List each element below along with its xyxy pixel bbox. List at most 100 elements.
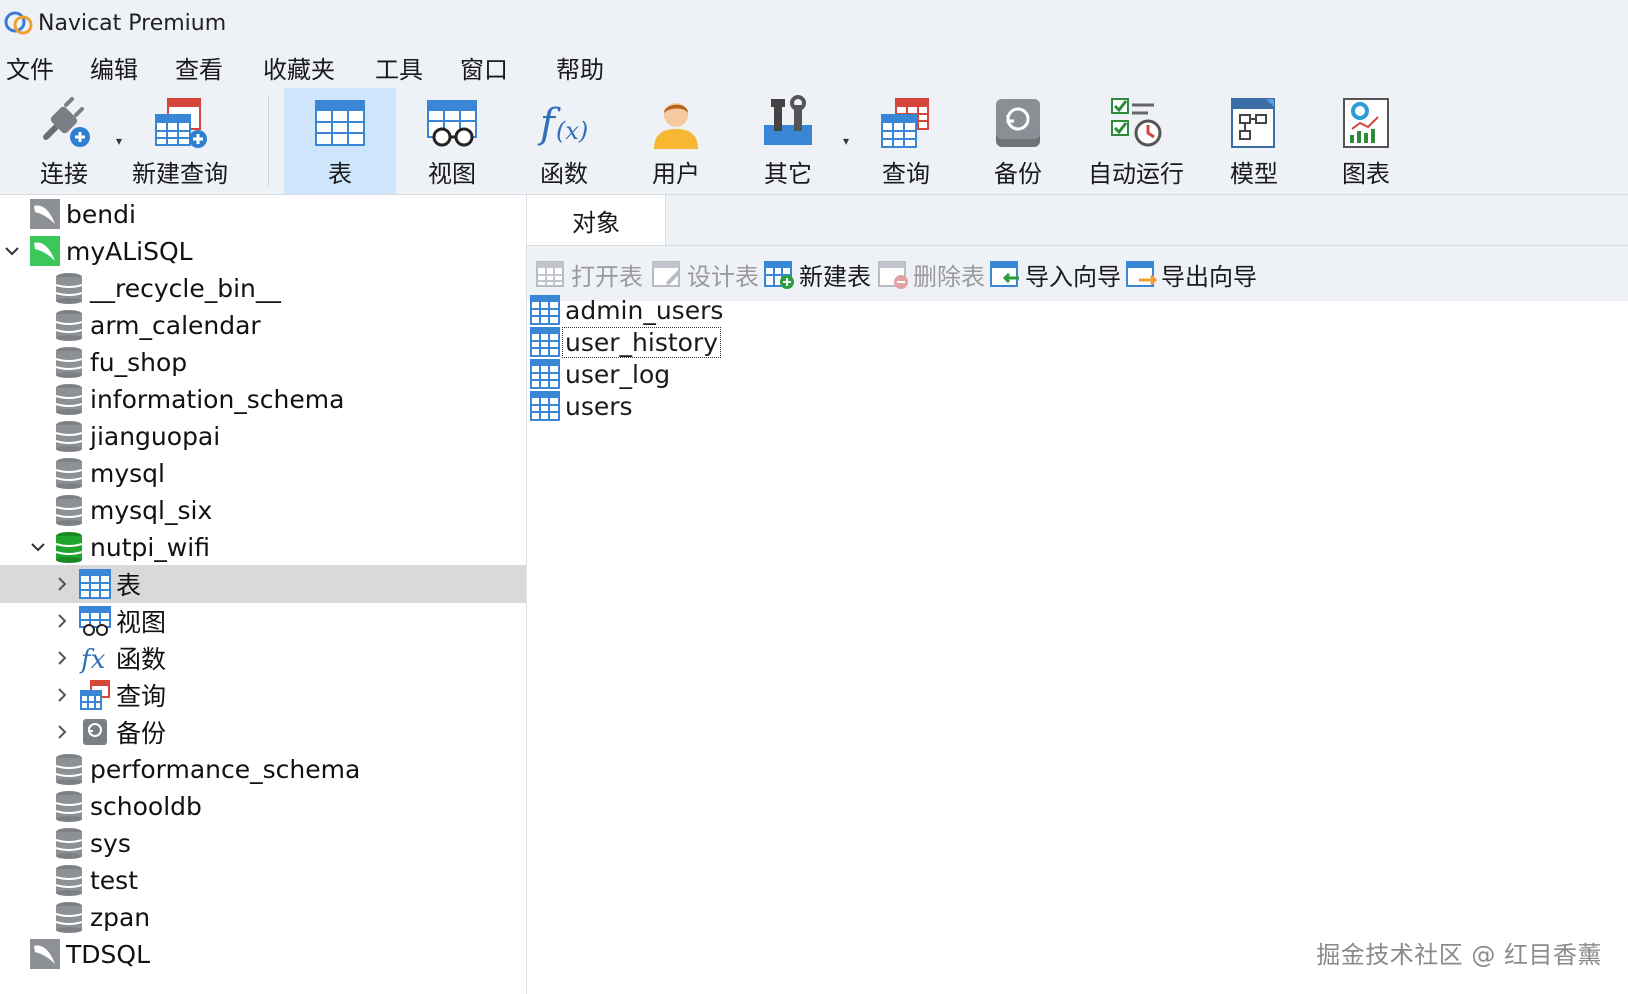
table-name: users [565, 391, 633, 421]
chevron-down-icon[interactable] [2, 241, 22, 261]
tree-database-open[interactable]: nutpi_wifi [0, 528, 526, 566]
connect-button[interactable]: 连接 [22, 88, 106, 194]
tree-label: myALiSQL [66, 236, 193, 266]
table-list-item[interactable]: users [529, 390, 635, 422]
chart-icon [1343, 98, 1389, 148]
table-tool-button[interactable]: 表 [284, 88, 396, 194]
tree-connection-myalisql[interactable]: myALiSQL [0, 232, 526, 270]
tree-database[interactable]: mysql_six [0, 491, 526, 529]
connect-dropdown-icon[interactable]: ▾ [116, 134, 122, 148]
chevron-down-icon[interactable] [28, 537, 48, 557]
tree-label: mysql_six [90, 495, 213, 525]
tree-label: test [90, 865, 139, 895]
menu-favorites[interactable]: 收藏夹 [263, 50, 335, 85]
table-icon [78, 567, 112, 601]
object-toolbar: 打开表 设计表 新建表 删除表 导入向导 导出向导 [527, 246, 1628, 301]
automation-tool-button[interactable]: 自动运行 [1074, 88, 1198, 194]
tree-database[interactable]: __recycle_bin__ [0, 269, 526, 307]
tree-node-functions[interactable]: fx 函数 [0, 639, 526, 677]
tree-connection-tdsql[interactable]: TDSQL [0, 935, 526, 973]
import-wizard-button[interactable]: 导入向导 [989, 256, 1121, 292]
tree-label: 表 [116, 571, 142, 600]
view-glasses-icon [78, 604, 112, 638]
mysql-connection-green-icon [28, 234, 62, 268]
user-tool-button[interactable]: 用户 [620, 88, 732, 194]
new-table-button[interactable]: 新建表 [763, 256, 871, 292]
database-gray-icon [52, 863, 86, 897]
tree-database[interactable]: mysql [0, 454, 526, 492]
title-bar: Navicat Premium [0, 0, 1628, 46]
tools-icon [764, 95, 812, 145]
chevron-right-icon[interactable] [52, 648, 72, 668]
query-tool-label: 查询 [882, 160, 930, 188]
database-gray-icon [52, 789, 86, 823]
export-wizard-button[interactable]: 导出向导 [1125, 256, 1257, 292]
new-table-label: 新建表 [799, 262, 871, 291]
mysql-connection-gray-icon [28, 937, 62, 971]
view-tool-button[interactable]: 视图 [396, 88, 508, 194]
tree-label: 备份 [116, 719, 167, 748]
tree-node-queries[interactable]: 查询 [0, 676, 526, 714]
automation-checklist-icon [1111, 98, 1162, 147]
tree-database[interactable]: test [0, 861, 526, 899]
view-glasses-icon [427, 100, 477, 147]
menu-view[interactable]: 查看 [175, 50, 223, 85]
other-tool-button[interactable]: 其它 [732, 88, 844, 194]
tree-database[interactable]: schooldb [0, 787, 526, 825]
tree-label: performance_schema [90, 754, 361, 784]
open-table-button[interactable]: 打开表 [535, 256, 643, 292]
tree-node-views[interactable]: 视图 [0, 602, 526, 640]
function-tool-button[interactable]: f (x) 函数 [508, 88, 620, 194]
table-name: user_log [565, 359, 671, 389]
tree-label: 查询 [116, 682, 167, 711]
backup-tool-button[interactable]: 备份 [962, 88, 1074, 194]
automation-tool-label: 自动运行 [1088, 160, 1184, 188]
tree-database[interactable]: performance_schema [0, 750, 526, 788]
table-icon [530, 359, 560, 389]
table-icon [530, 295, 560, 325]
tree-connection-bendi[interactable]: bendi [0, 195, 526, 233]
design-table-icon [652, 261, 681, 287]
menu-file[interactable]: 文件 [6, 50, 54, 85]
menu-tools[interactable]: 工具 [375, 50, 423, 85]
backup-tool-label: 备份 [994, 160, 1042, 188]
navicat-logo-icon [4, 11, 33, 35]
database-gray-icon [52, 382, 86, 416]
tree-node-tables[interactable]: 表 [0, 565, 526, 603]
user-icon [654, 103, 698, 149]
menu-window[interactable]: 窗口 [460, 50, 508, 85]
chevron-right-icon[interactable] [52, 574, 72, 594]
tree-database[interactable]: fu_shop [0, 343, 526, 381]
tab-objects[interactable]: 对象 [527, 195, 666, 245]
tree-database[interactable]: arm_calendar [0, 306, 526, 344]
database-gray-icon [52, 345, 86, 379]
tree-database[interactable]: sys [0, 824, 526, 862]
model-tool-label: 模型 [1230, 160, 1278, 188]
tree-database[interactable]: jianguopai [0, 417, 526, 455]
new-query-button[interactable]: 新建查询 [132, 88, 228, 194]
chevron-right-icon[interactable] [52, 611, 72, 631]
table-list-item[interactable]: user_history [529, 326, 722, 358]
table-list-item[interactable]: user_log [529, 358, 672, 390]
other-dropdown-icon[interactable]: ▾ [843, 134, 849, 148]
new-table-icon [764, 261, 794, 289]
tree-node-backups[interactable]: 备份 [0, 713, 526, 751]
design-table-label: 设计表 [687, 262, 759, 291]
chevron-right-icon[interactable] [52, 685, 72, 705]
model-tool-button[interactable]: 模型 [1198, 88, 1310, 194]
menu-help[interactable]: 帮助 [556, 50, 604, 85]
delete-table-button[interactable]: 删除表 [877, 256, 985, 292]
query-tool-button[interactable]: 查询 [850, 88, 962, 194]
chart-tool-button[interactable]: 图表 [1310, 88, 1422, 194]
table-list-item[interactable]: admin_users [529, 294, 725, 326]
import-wizard-label: 导入向导 [1025, 262, 1121, 291]
tree-database[interactable]: information_schema [0, 380, 526, 418]
design-table-button[interactable]: 设计表 [651, 256, 759, 292]
tree-label: information_schema [90, 384, 345, 414]
open-table-label: 打开表 [571, 262, 643, 291]
tree-database[interactable]: zpan [0, 898, 526, 936]
mysql-connection-gray-icon [28, 197, 62, 231]
database-gray-icon [52, 826, 86, 860]
menu-edit[interactable]: 编辑 [90, 50, 138, 85]
chevron-right-icon[interactable] [52, 722, 72, 742]
